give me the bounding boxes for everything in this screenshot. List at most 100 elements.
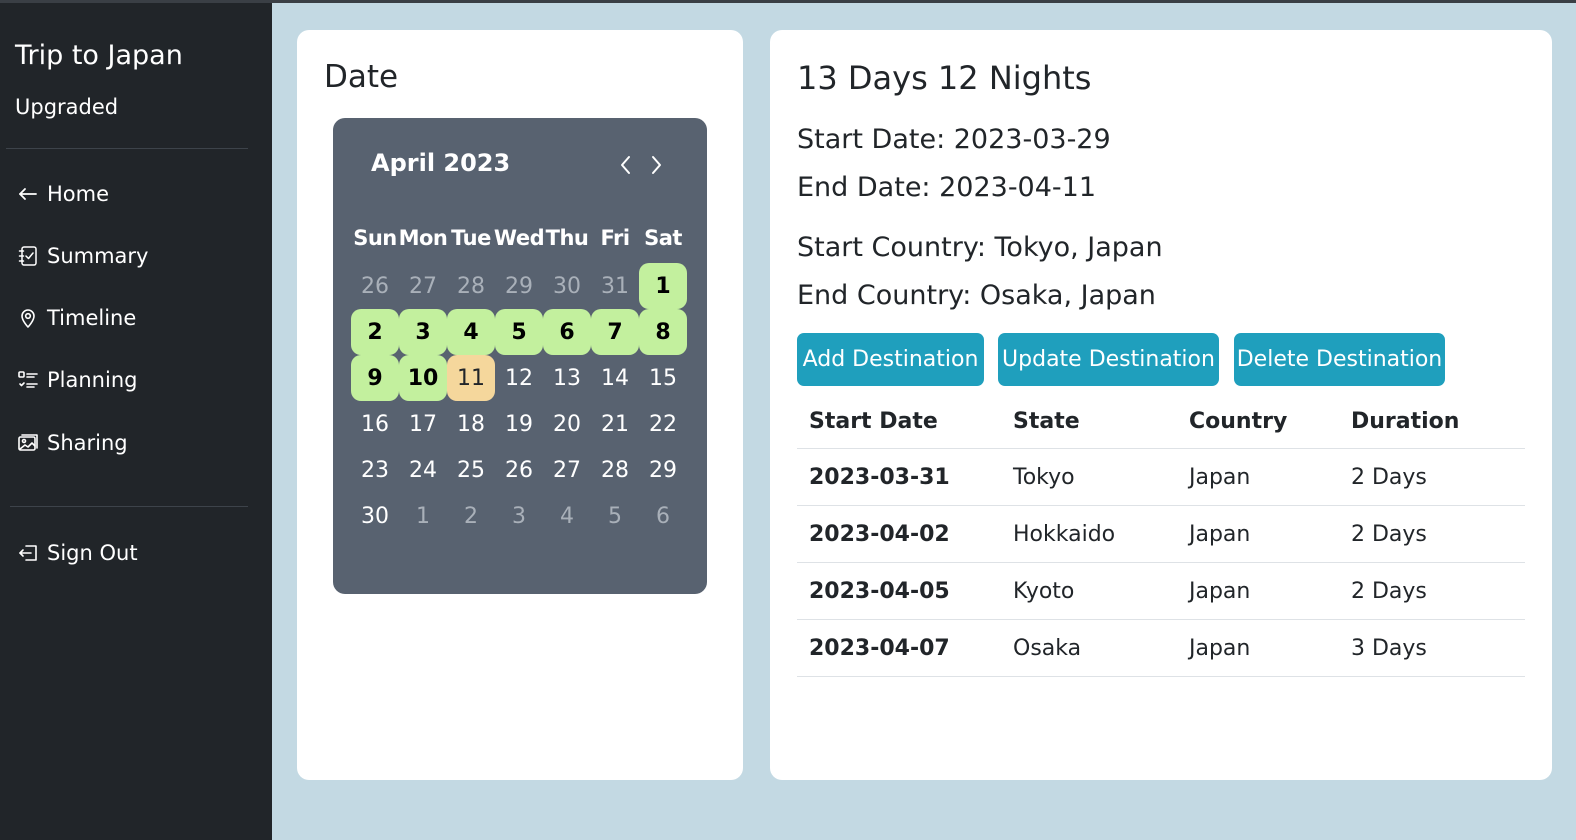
calendar-day[interactable]: 21 [591, 401, 639, 447]
calendar-day-trip[interactable]: 9 [351, 355, 399, 401]
calendar-day[interactable]: 30 [543, 263, 591, 309]
calendar-day[interactable]: 27 [543, 447, 591, 493]
table-cell: 2023-04-05 [809, 578, 950, 604]
end-date-text: End Date: 2023-04-11 [797, 172, 1097, 203]
table-body: 2023-03-31 Tokyo Japan 2 Days 2023-04-02 Hokk… [797, 449, 1525, 677]
table-cell: Japan [1189, 578, 1251, 604]
sidebar-item-summary[interactable]: Summary [15, 239, 148, 273]
trip-duration-title: 13 Days 12 Nights [797, 59, 1092, 97]
trip-title: Trip to Japan [15, 40, 183, 71]
table-row[interactable]: 2023-04-05 Kyoto Japan 2 Days [797, 563, 1525, 620]
sidebar-item-timeline[interactable]: Timeline [15, 301, 136, 335]
calendar-day[interactable]: 17 [399, 401, 447, 447]
delete-destination-button[interactable]: Delete Destination [1234, 333, 1445, 386]
calendar-day[interactable]: 20 [543, 401, 591, 447]
calendar-month-label: April 2023 [371, 149, 511, 177]
calendar-day-trip[interactable]: 7 [591, 309, 639, 355]
table-cell: Kyoto [1013, 578, 1075, 604]
calendar-day[interactable]: 24 [399, 447, 447, 493]
weekday-label: Thu [545, 226, 589, 250]
table-cell: Japan [1189, 521, 1251, 547]
table-header-cell: Start Date [809, 409, 938, 434]
weekday-label: Wed [493, 226, 545, 250]
chevron-right-icon [652, 156, 661, 174]
calendar-day-trip[interactable]: 2 [351, 309, 399, 355]
calendar-day-trip[interactable]: 5 [495, 309, 543, 355]
calendar-day[interactable]: 28 [447, 263, 495, 309]
weekday-label: Fri [600, 226, 630, 250]
calendar-day[interactable]: 2 [447, 493, 495, 539]
calendar-week-row: 2345678 [351, 309, 687, 355]
calendar-day[interactable]: 29 [495, 263, 543, 309]
plan-label: Upgraded [15, 95, 119, 119]
sidebar-item-home[interactable]: Home [15, 177, 109, 211]
table-header-row: Start Date State Country Duration [797, 395, 1525, 449]
calendar-day[interactable]: 25 [447, 447, 495, 493]
sidebar-item-sharing[interactable]: Sharing [15, 426, 128, 460]
sign-out-button[interactable]: Sign Out [15, 536, 138, 570]
calendar: April 2023 Sun Mon Tue Wed Thu Fri Sat 26 27 28 2… [333, 118, 707, 594]
calendar-day[interactable]: 1 [399, 493, 447, 539]
table-row[interactable]: 2023-04-02 Hokkaido Japan 2 Days [797, 506, 1525, 563]
table-row[interactable]: 2023-03-31 Tokyo Japan 2 Days [797, 449, 1525, 506]
list-check-icon [15, 369, 41, 391]
calendar-day[interactable]: 30 [351, 493, 399, 539]
sidebar: Trip to Japan Upgraded Home Summary Time… [0, 3, 272, 840]
calendar-grid: Sun Mon Tue Wed Thu Fri Sat 26 27 28 29 30 31 1 2 3 4 5 6… [351, 215, 687, 539]
calendar-day[interactable]: 16 [351, 401, 399, 447]
calendar-day-trip[interactable]: 10 [399, 355, 447, 401]
sidebar-item-planning[interactable]: Planning [15, 363, 137, 397]
calendar-day[interactable]: 12 [495, 355, 543, 401]
table-cell: 2023-03-31 [809, 464, 950, 490]
calendar-day[interactable]: 5 [591, 493, 639, 539]
calendar-day-trip[interactable]: 4 [447, 309, 495, 355]
calendar-week-row: 23 24 25 26 27 28 29 [351, 447, 687, 493]
calendar-day-trip[interactable]: 8 [639, 309, 687, 355]
table-cell: 2 Days [1351, 464, 1427, 490]
table-row[interactable]: 2023-04-07 Osaka Japan 3 Days [797, 620, 1525, 677]
calendar-day-trip[interactable]: 3 [399, 309, 447, 355]
table-header-cell: State [1013, 409, 1080, 434]
add-destination-button[interactable]: Add Destination [797, 333, 984, 386]
calendar-day[interactable]: 18 [447, 401, 495, 447]
calendar-day[interactable]: 15 [639, 355, 687, 401]
calendar-day[interactable]: 3 [495, 493, 543, 539]
calendar-day[interactable]: 31 [591, 263, 639, 309]
calendar-day[interactable]: 6 [639, 493, 687, 539]
calendar-prev-button[interactable] [615, 152, 637, 178]
calendar-day[interactable]: 26 [495, 447, 543, 493]
journal-check-icon [15, 245, 41, 267]
weekday-label: Mon [398, 226, 448, 250]
table-cell: Japan [1189, 635, 1251, 661]
sidebar-item-label: Planning [47, 368, 138, 392]
calendar-day[interactable]: 13 [543, 355, 591, 401]
calendar-day[interactable]: 19 [495, 401, 543, 447]
table-cell: Tokyo [1013, 464, 1075, 490]
calendar-next-button[interactable] [645, 152, 667, 178]
calendar-day[interactable]: 23 [351, 447, 399, 493]
calendar-day-trip[interactable]: 1 [639, 263, 687, 309]
date-card-title: Date [324, 59, 399, 95]
calendar-day[interactable]: 27 [399, 263, 447, 309]
calendar-day[interactable]: 22 [639, 401, 687, 447]
update-destination-button[interactable]: Update Destination [998, 333, 1219, 386]
calendar-day[interactable]: 28 [591, 447, 639, 493]
table-cell: 2 Days [1351, 521, 1427, 547]
table-cell: Japan [1189, 464, 1251, 490]
calendar-day-trip[interactable]: 6 [543, 309, 591, 355]
calendar-day[interactable]: 14 [591, 355, 639, 401]
table-header-cell: Country [1189, 409, 1288, 434]
table-cell: Osaka [1013, 635, 1082, 661]
sidebar-divider [10, 506, 248, 507]
date-card: Date April 2023 Sun Mon Tue Wed Thu Fri Sat 26… [297, 30, 743, 780]
calendar-day-today[interactable]: 11 [447, 355, 495, 401]
calendar-day[interactable]: 26 [351, 263, 399, 309]
calendar-day[interactable]: 4 [543, 493, 591, 539]
arrow-left-icon [15, 183, 41, 205]
calendar-week-row: 30 1 2 3 4 5 6 [351, 493, 687, 539]
table-header-cell: Duration [1351, 409, 1460, 434]
weekday-label: Sun [353, 226, 397, 250]
weekday-label: Sat [644, 226, 682, 250]
calendar-day[interactable]: 29 [639, 447, 687, 493]
chevron-left-icon [621, 156, 630, 174]
